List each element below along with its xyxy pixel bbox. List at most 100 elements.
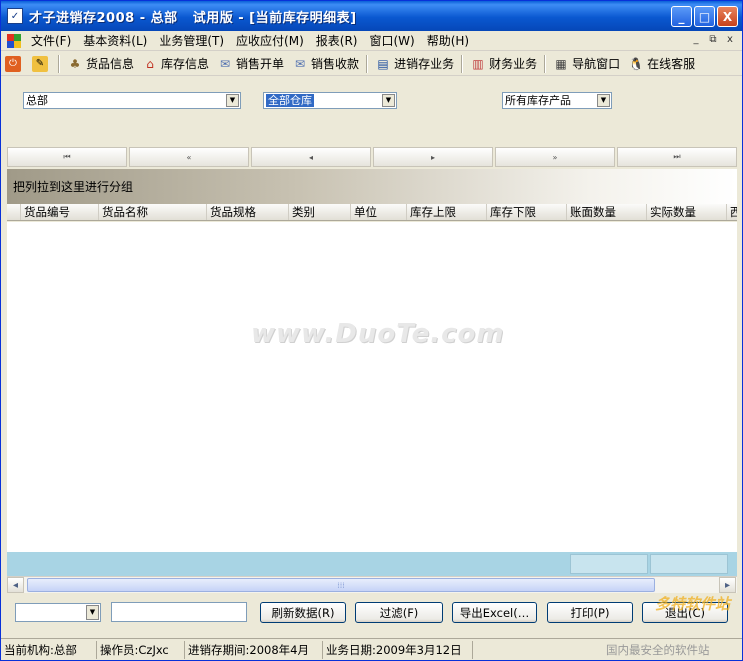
nav-prev-page-button[interactable]: « — [129, 147, 249, 167]
mdi-minimize-button[interactable]: _ — [689, 33, 703, 47]
window-title: 才子进销存2008 - 总部 试用版 - [当前库存明细表] — [29, 10, 357, 26]
toolbar-sales-receipt-label: 销售收款 — [311, 57, 360, 71]
group-by-hint: 把列拉到这里进行分组 — [13, 180, 134, 194]
toolbar: ⏻ ✎ ♣ 货品信息 ⌂ 库存信息 ✉ 销售开单 ✉ 销售收款 ▤ 进销存业务 ▥ 财务业务… — [1, 52, 742, 76]
brand-slogan: 国内最安全的软件站 — [606, 642, 710, 657]
nav-first-button[interactable]: ⏮ — [7, 147, 127, 167]
print-button[interactable]: 打印(P) — [547, 602, 633, 623]
receipt-icon: ✉ — [295, 56, 306, 71]
toolbar-sales-receipt[interactable]: ✉ 销售收款 — [288, 53, 363, 75]
status-bar: 当前机构:总部 操作员:CzJxc 进销存期间:2008年4月 业务日期:200… — [1, 638, 742, 660]
menu-window[interactable]: 窗口(W) — [363, 31, 420, 51]
nav-next-page-button[interactable]: » — [495, 147, 615, 167]
goods-icon: ♣ — [69, 56, 81, 71]
toolbar-online-support[interactable]: 🐧 在线客服 — [624, 53, 699, 75]
house-icon: ⌂ — [146, 56, 154, 71]
export-excel-button[interactable]: 导出Excel(… — [452, 602, 537, 623]
group-by-panel[interactable]: 把列拉到这里进行分组 — [7, 169, 737, 204]
filter-button[interactable]: 过滤(F) — [355, 602, 443, 623]
menu-business[interactable]: 业务管理(T) — [153, 31, 230, 51]
toolbar-separator — [461, 54, 464, 73]
menu-receivables[interactable]: 应收应付(M) — [230, 31, 310, 51]
scroll-right-arrow[interactable]: ▸ — [719, 577, 736, 593]
status-operator: 操作员:CzJxc — [97, 640, 185, 659]
close-button[interactable]: X — [717, 6, 738, 27]
app-icon[interactable]: ✓ — [7, 8, 23, 24]
toolbar-stock-info-label: 库存信息 — [161, 57, 210, 71]
pencil-icon: ✎ — [32, 55, 48, 72]
penguin-icon: 🐧 — [628, 56, 644, 71]
chevron-down-icon[interactable]: ▼ — [86, 605, 99, 620]
toolbar-navigation-window[interactable]: ▦ 导航窗口 — [549, 53, 624, 75]
ledger-icon: ▤ — [377, 56, 389, 71]
minimize-button[interactable]: _ — [671, 6, 692, 27]
toolbar-finance-label: 财务业务 — [489, 57, 538, 71]
status-period: 进销存期间:2008年4月 — [185, 640, 323, 659]
watermark: www.DuoTe.com — [251, 319, 505, 349]
menu-reports[interactable]: 报表(R) — [310, 31, 364, 51]
footer-sum-cell — [570, 554, 648, 574]
grid-header: 货品编号 货品名称 货品规格 类别 单位 库存上限 库存下限 账面数量 实际数量… — [7, 204, 737, 221]
bottom-search-input[interactable] — [111, 602, 247, 622]
title-bar[interactable]: ✓ 才子进销存2008 - 总部 试用版 - [当前库存明细表] _ □ X — [1, 1, 742, 31]
nav-next-button[interactable]: ▸ — [373, 147, 493, 167]
chevron-down-icon[interactable]: ▼ — [382, 94, 395, 107]
menu-bar: 文件(F) 基本资料(L) 业务管理(T) 应收应付(M) 报表(R) 窗口(W… — [1, 31, 742, 51]
org-select-value: 总部 — [26, 94, 48, 107]
column-header[interactable]: 货品规格 — [207, 204, 289, 220]
menu-help[interactable]: 帮助(H) — [421, 31, 475, 51]
status-biz-date: 业务日期:2009年3月12日 — [323, 640, 473, 659]
grid-footer-row — [7, 552, 737, 576]
toolbar-inventory-business[interactable]: ▤ 进销存业务 — [371, 53, 458, 75]
horizontal-scrollbar[interactable]: ◂ ⁞⁞⁞ ▸ — [7, 576, 737, 593]
toolbar-stock-info[interactable]: ⌂ 库存信息 — [138, 53, 213, 75]
mdi-restore-button[interactable]: ⧉ — [706, 33, 720, 47]
org-select[interactable]: 总部 ▼ — [23, 92, 241, 109]
column-header[interactable]: 账面数量 — [567, 204, 647, 220]
edit-button[interactable]: ✎ — [28, 53, 55, 75]
toolbar-finance[interactable]: ▥ 财务业务 — [466, 53, 541, 75]
toolbar-separator — [366, 54, 369, 73]
bottom-field-select[interactable]: ▼ — [15, 603, 101, 622]
nav-last-button[interactable]: ⏭ — [617, 147, 737, 167]
mdi-close-button[interactable]: x — [723, 33, 737, 47]
maximize-button[interactable]: □ — [694, 6, 715, 27]
warehouse-select[interactable]: 全部仓库 ▼ — [263, 92, 397, 109]
document-pen-icon: ✉ — [220, 56, 231, 71]
toolbar-sales-order[interactable]: ✉ 销售开单 — [213, 53, 288, 75]
toolbar-separator — [544, 54, 547, 73]
power-button[interactable]: ⏻ — [1, 53, 28, 75]
toolbar-separator — [58, 54, 60, 73]
record-navigator: ⏮ « ◂ ▸ » ⏭ — [7, 147, 737, 167]
grid-body[interactable] — [7, 222, 737, 552]
column-header[interactable]: 西 — [727, 204, 737, 220]
menu-file[interactable]: 文件(F) — [25, 31, 77, 51]
menu-basic-data[interactable]: 基本资料(L) — [77, 31, 153, 51]
column-header[interactable]: 货品编号 — [21, 204, 99, 220]
power-icon: ⏻ — [5, 55, 21, 72]
toolbar-navigation-window-label: 导航窗口 — [572, 57, 621, 71]
toolbar-inventory-business-label: 进销存业务 — [394, 57, 455, 71]
bottom-action-bar: ▼ 刷新数据(R) 过滤(F) 导出Excel(… 打印(P) 退出(C) 多特… — [1, 595, 742, 636]
warehouse-select-value: 全部仓库 — [266, 94, 314, 107]
mdi-window-icon[interactable] — [7, 33, 21, 48]
scroll-left-arrow[interactable]: ◂ — [7, 577, 24, 593]
chevron-down-icon[interactable]: ▼ — [597, 94, 610, 107]
product-scope-select[interactable]: 所有库存产品 ▼ — [502, 92, 612, 109]
chevron-down-icon[interactable]: ▼ — [226, 94, 239, 107]
column-header[interactable]: 单位 — [351, 204, 407, 220]
footer-sum-cell — [650, 554, 728, 574]
nav-prev-button[interactable]: ◂ — [251, 147, 371, 167]
finance-book-icon: ▥ — [472, 56, 484, 71]
refresh-button[interactable]: 刷新数据(R) — [260, 602, 346, 623]
row-indicator-header — [7, 204, 21, 220]
scrollbar-thumb[interactable]: ⁞⁞⁞ — [27, 578, 655, 592]
column-header[interactable]: 货品名称 — [99, 204, 207, 220]
column-header[interactable]: 库存上限 — [407, 204, 487, 220]
toolbar-goods-info[interactable]: ♣ 货品信息 — [63, 53, 138, 75]
column-header[interactable]: 实际数量 — [647, 204, 727, 220]
app-window: ✓ 才子进销存2008 - 总部 试用版 - [当前库存明细表] _ □ X 文… — [0, 0, 743, 661]
product-scope-select-value: 所有库存产品 — [505, 94, 571, 107]
column-header[interactable]: 类别 — [289, 204, 351, 220]
column-header[interactable]: 库存下限 — [487, 204, 567, 220]
